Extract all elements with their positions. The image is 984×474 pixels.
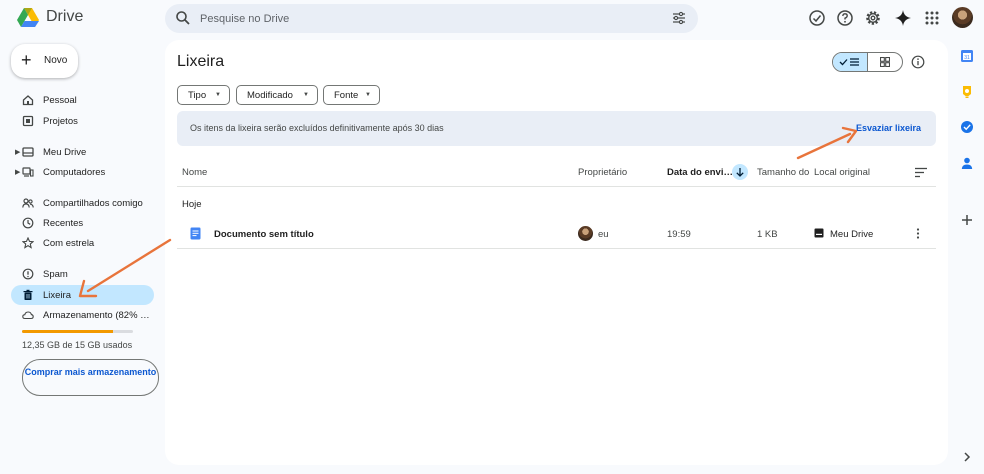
workspace-icon	[22, 115, 34, 127]
sidebar-item-label: Spam	[43, 269, 68, 280]
sidebar-item-compartilhados[interactable]: Compartilhados comigo	[11, 193, 154, 213]
sidebar-item-spam[interactable]: Spam	[11, 264, 154, 284]
settings-icon[interactable]	[864, 9, 882, 27]
my-drive-icon	[22, 147, 34, 157]
chevron-right-icon[interactable]	[960, 450, 974, 464]
dropdown-caret-icon: ▼	[365, 92, 371, 98]
expand-caret-icon[interactable]: ▶	[15, 148, 20, 156]
sidebar-item-label: Meu Drive	[43, 147, 87, 158]
file-size: 1 KB	[757, 229, 778, 240]
sidebar-item-pessoal[interactable]: Pessoal	[11, 90, 154, 110]
filter-modificado[interactable]: Modificado ▼	[236, 85, 318, 105]
sidebar-item-label: Pessoal	[43, 95, 77, 106]
sidebar-item-label: Computadores	[43, 167, 106, 178]
column-header-name[interactable]: Nome	[182, 167, 207, 178]
sidebar-item-label: Recentes	[43, 218, 84, 229]
banner-text: Os itens da lixeira serão excluídos defi…	[190, 123, 444, 133]
column-header-date[interactable]: Data do envi…	[667, 167, 733, 178]
empty-trash-button[interactable]: Esvaziar lixeira	[856, 123, 921, 133]
group-label-today: Hoje	[182, 199, 202, 210]
row-divider	[177, 248, 936, 249]
sort-direction-button[interactable]	[732, 164, 748, 180]
info-icon[interactable]	[911, 55, 925, 69]
help-icon[interactable]	[836, 9, 854, 27]
sidebar-item-label: Compartilhados comigo	[43, 198, 143, 209]
column-header-owner[interactable]: Proprietário	[578, 167, 627, 178]
sidebar-item-label: Com estrela	[43, 238, 95, 249]
tasks-icon[interactable]	[960, 120, 974, 134]
contacts-icon[interactable]	[960, 156, 974, 170]
search-input[interactable]	[200, 4, 620, 33]
grid-icon	[880, 57, 890, 67]
sidebar-item-lixeira[interactable]: Lixeira	[11, 285, 154, 305]
my-drive-location-icon	[814, 228, 824, 238]
file-date: 19:59	[667, 229, 691, 240]
offline-status-icon[interactable]	[808, 9, 826, 27]
search-icon	[176, 11, 190, 25]
header-divider	[177, 186, 936, 187]
storage-progress-bar	[22, 330, 133, 333]
sidebar-item-label: Armazenamento (82% us…	[43, 310, 153, 321]
cloud-icon	[22, 311, 34, 320]
new-button[interactable]: + Novo	[11, 44, 78, 78]
add-addon-icon[interactable]	[960, 213, 974, 227]
dropdown-caret-icon: ▼	[215, 92, 221, 98]
plus-icon: +	[21, 50, 32, 70]
calendar-icon[interactable]: 31	[960, 49, 974, 63]
sidebar-item-recentes[interactable]: Recentes	[11, 213, 154, 233]
file-name: Documento sem título	[214, 229, 314, 240]
computers-icon	[22, 167, 34, 177]
buy-storage-button[interactable]: Comprar mais armazenamento	[22, 359, 159, 396]
storage-progress-fill	[22, 330, 114, 333]
shared-icon	[22, 198, 34, 208]
sidebar-item-label: Lixeira	[43, 290, 71, 301]
home-icon	[22, 95, 34, 106]
trash-info-banner: Os itens da lixeira serão excluídos defi…	[177, 111, 936, 146]
sidebar-item-meu-drive[interactable]: ▶ Meu Drive	[11, 142, 154, 162]
more-actions-icon[interactable]	[913, 227, 923, 240]
expand-caret-icon[interactable]: ▶	[15, 168, 20, 176]
arrow-down-icon	[736, 168, 744, 177]
column-header-location[interactable]: Local original	[814, 167, 870, 178]
google-doc-icon	[190, 227, 201, 240]
filter-fonte[interactable]: Fonte ▼	[323, 85, 380, 105]
column-header-size[interactable]: Tamanho do	[757, 167, 809, 178]
sidebar-item-label: Projetos	[43, 116, 78, 127]
sidebar-item-projetos[interactable]: Projetos	[11, 111, 154, 131]
dropdown-caret-icon: ▼	[303, 92, 309, 98]
gemini-sparkle-icon[interactable]	[894, 9, 912, 27]
view-toggle	[832, 52, 903, 72]
star-icon	[22, 237, 34, 249]
spam-icon	[22, 268, 34, 280]
keep-icon[interactable]	[960, 85, 974, 99]
app-title: Drive	[46, 8, 84, 25]
owner-avatar	[578, 226, 593, 241]
clock-icon	[22, 217, 34, 229]
filter-tipo[interactable]: Tipo ▼	[177, 85, 230, 105]
sort-options-icon[interactable]	[914, 167, 928, 178]
new-button-label: Novo	[44, 55, 68, 66]
sidebar-item-computadores[interactable]: ▶ Computadores	[11, 162, 154, 182]
file-owner: eu	[598, 229, 609, 240]
trash-icon	[23, 289, 33, 300]
file-location[interactable]: Meu Drive	[830, 229, 873, 240]
filter-label: Tipo	[188, 90, 207, 101]
search-bar[interactable]	[165, 4, 698, 33]
filter-label: Modificado	[247, 90, 293, 101]
account-avatar[interactable]	[952, 7, 973, 28]
sidebar-item-armazenamento[interactable]: Armazenamento (82% us…	[11, 305, 154, 325]
svg-text:31: 31	[964, 55, 970, 61]
drive-logo-icon	[17, 8, 39, 27]
list-view-button[interactable]	[833, 53, 868, 71]
checked-list-icon	[839, 58, 859, 66]
sidebar-item-com-estrela[interactable]: Com estrela	[11, 233, 154, 253]
filter-label: Fonte	[334, 90, 359, 101]
apps-grid-icon[interactable]	[923, 9, 941, 27]
search-options-icon[interactable]	[672, 11, 686, 25]
page-title: Lixeira	[177, 53, 225, 70]
storage-usage-text: 12,35 GB de 15 GB usados	[22, 340, 133, 350]
grid-view-button[interactable]	[868, 53, 902, 71]
